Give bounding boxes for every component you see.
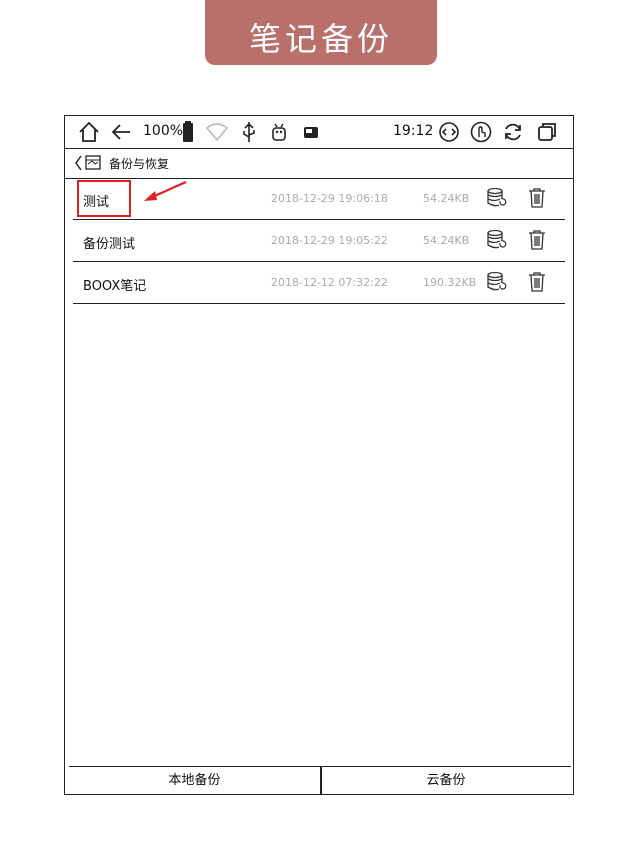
nav-bar: 备份与恢复 [65,148,573,179]
backup-name: BOOX笔记 [83,279,147,294]
backup-row[interactable]: 备份测试 2018-12-29 19:05:22 54.24KB [73,220,565,262]
sync-icon[interactable] [501,120,525,144]
trash-icon[interactable] [525,228,549,252]
trash-icon[interactable] [525,186,549,210]
tab-cloud-backup[interactable]: 云备份 [321,767,571,795]
banner: 笔记备份 [205,0,437,65]
restore-icon[interactable] [485,270,509,294]
battery-percent: 100% [143,123,184,139]
highlight-box [77,180,131,217]
backup-size: 54.24KB [423,192,470,205]
annotation-arrow-icon [144,180,187,201]
refresh-mode-icon[interactable] [437,120,461,144]
backup-date: 2018-12-29 19:06:18 [271,192,388,205]
clock: 19:12 [393,123,434,139]
banner-title: 笔记备份 [248,20,393,58]
tab-local-backup[interactable]: 本地备份 [69,767,320,795]
back-button[interactable] [73,153,107,173]
backup-size: 190.32KB [423,276,477,289]
bottom-tab-bar: 本地备份 云备份 [69,766,571,795]
backup-size: 54.24KB [423,234,470,247]
recent-apps-icon[interactable] [535,120,559,144]
android-icon [272,123,286,141]
restore-icon[interactable] [485,228,509,252]
backup-date: 2018-12-29 19:05:22 [271,234,388,247]
restore-icon[interactable] [485,186,509,210]
page-title: 备份与恢复 [109,157,170,171]
touch-icon[interactable] [469,120,493,144]
battery-icon [183,121,193,142]
trash-icon[interactable] [525,270,549,294]
status-bar: 100% 19:12 [65,116,573,149]
back-arrow-icon[interactable] [109,120,133,144]
backup-date: 2018-12-12 07:32:22 [271,276,388,289]
home-icon[interactable] [77,120,101,144]
backup-name: 备份测试 [83,237,136,252]
wifi-icon[interactable] [205,120,229,144]
device-screen: 100% 19:12 备份与恢复 测试 2018-12-29 19:06:18 … [64,115,574,795]
backup-row[interactable]: BOOX笔记 2018-12-12 07:32:22 190.32KB [73,262,565,304]
usb-icon [243,122,255,142]
screen-icon[interactable] [299,120,323,144]
